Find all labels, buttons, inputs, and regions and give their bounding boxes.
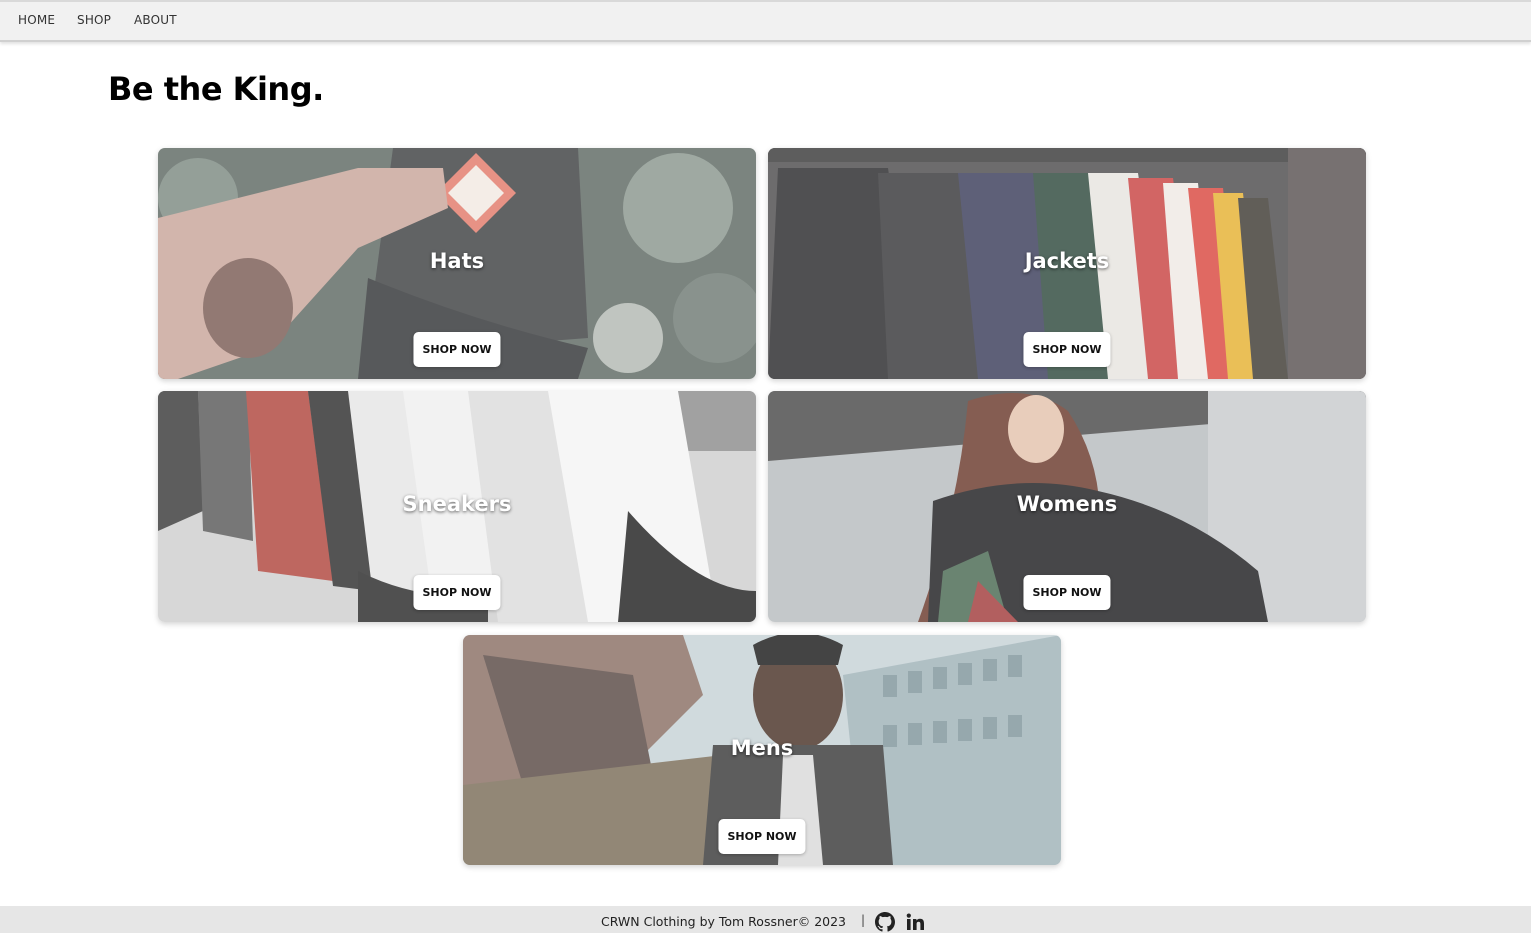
- shop-now-button-sneakers[interactable]: SHOP NOW: [413, 575, 501, 610]
- linkedin-icon[interactable]: [906, 913, 926, 931]
- top-navbar: HOME SHOP ABOUT: [0, 0, 1531, 42]
- card-title-womens: Womens: [1016, 492, 1118, 516]
- card-title-jackets: Jackets: [1024, 249, 1110, 273]
- nav-shop-link[interactable]: SHOP: [77, 13, 111, 27]
- footer: CRWN Clothing by Tom Rossner© 2023 |: [0, 906, 1531, 933]
- footer-credit-text: CRWN Clothing by Tom Rossner© 2023: [601, 914, 847, 929]
- shop-now-button-jackets[interactable]: SHOP NOW: [1023, 332, 1111, 367]
- page-title: Be the King.: [108, 70, 324, 108]
- category-card-hats[interactable]: Hats SHOP NOW: [158, 148, 756, 379]
- nav-home-link[interactable]: HOME: [18, 13, 55, 27]
- nav-about-link[interactable]: ABOUT: [134, 13, 177, 27]
- github-icon[interactable]: [875, 912, 895, 932]
- card-title-sneakers: Sneakers: [402, 492, 512, 516]
- card-title-hats: Hats: [429, 249, 485, 273]
- footer-separator: |: [861, 913, 866, 927]
- shop-now-button-womens[interactable]: SHOP NOW: [1023, 575, 1111, 610]
- category-card-womens[interactable]: Womens SHOP NOW: [768, 391, 1366, 622]
- category-card-jackets[interactable]: Jackets SHOP NOW: [768, 148, 1366, 379]
- card-title-mens: Mens: [730, 736, 794, 760]
- category-card-mens[interactable]: Mens SHOP NOW: [463, 635, 1061, 865]
- shop-now-button-hats[interactable]: SHOP NOW: [413, 332, 501, 367]
- category-card-sneakers[interactable]: Sneakers SHOP NOW: [158, 391, 756, 622]
- shop-now-button-mens[interactable]: SHOP NOW: [718, 819, 806, 854]
